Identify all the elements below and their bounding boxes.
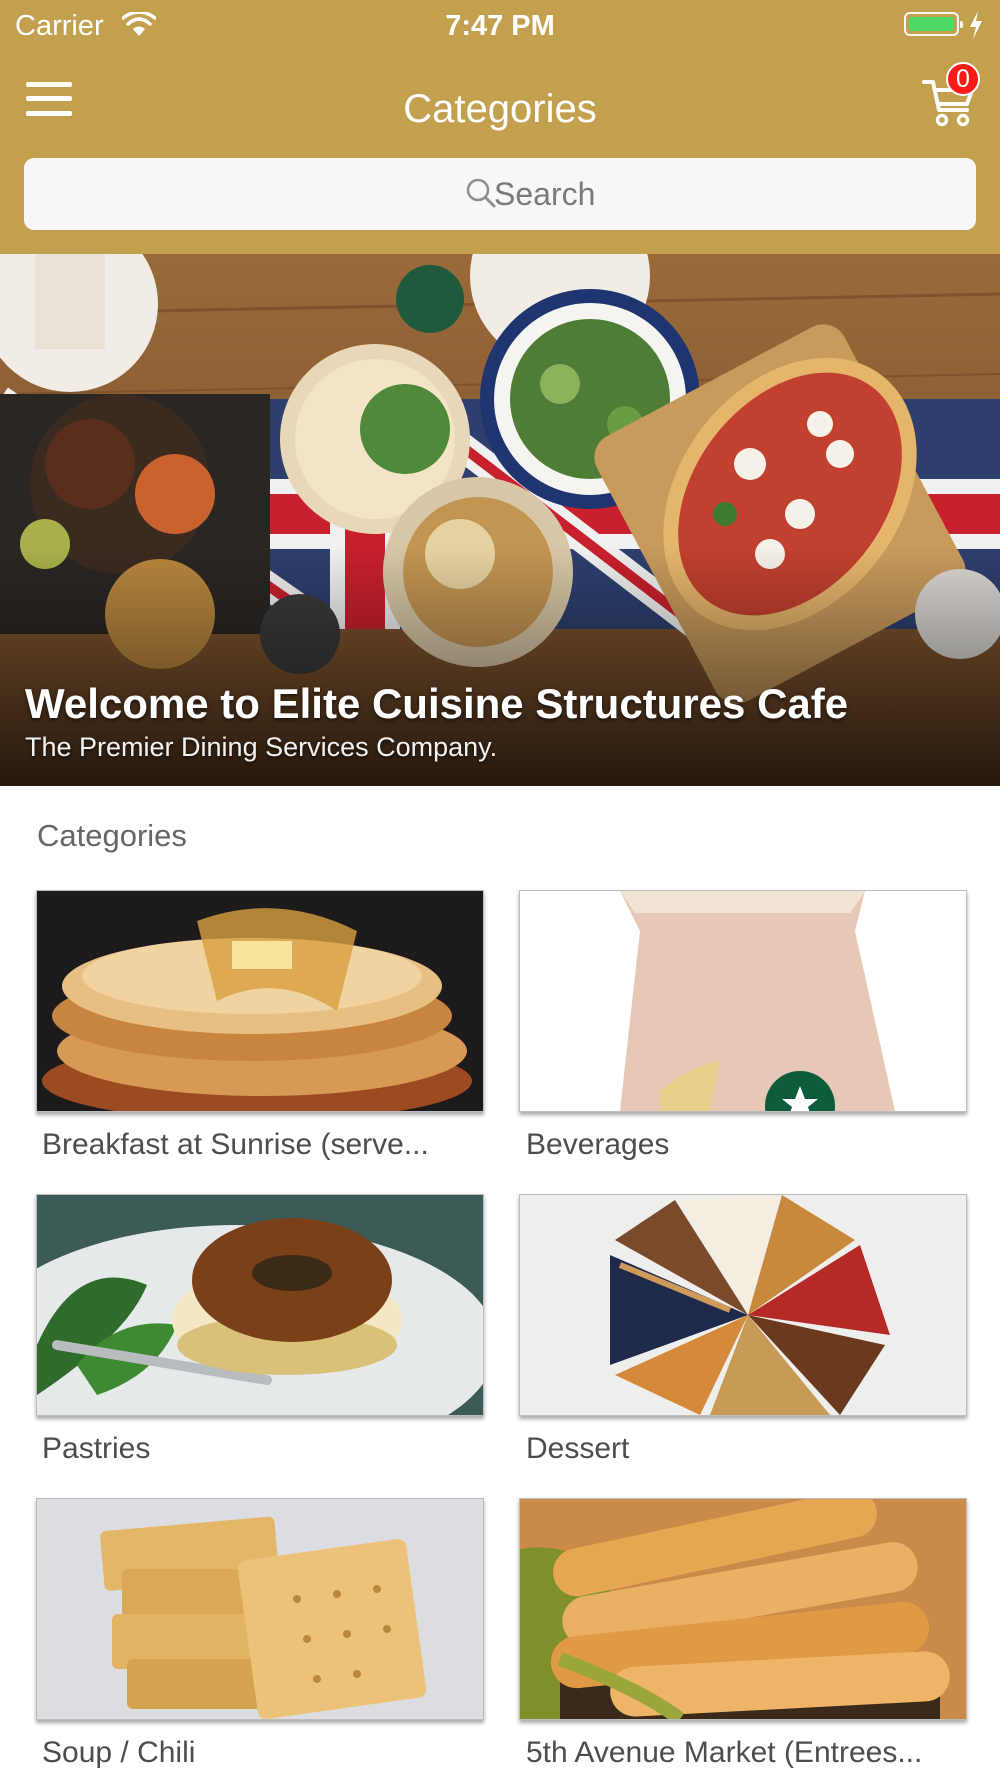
search-icon bbox=[466, 178, 496, 208]
battery-icon bbox=[904, 12, 963, 36]
page-title: Categories bbox=[403, 87, 597, 131]
category-label-beverages[interactable]: Beverages bbox=[526, 1128, 972, 1162]
category-card-image-breakfast[interactable] bbox=[36, 890, 484, 1112]
search-bar[interactable] bbox=[24, 158, 976, 230]
category-label-5th-avenue-market[interactable]: 5th Avenue Market (Entrees... bbox=[526, 1736, 972, 1770]
category-card-image-dessert[interactable] bbox=[519, 1194, 967, 1416]
category-label-dessert[interactable]: Dessert bbox=[526, 1432, 972, 1466]
category-label-breakfast[interactable]: Breakfast at Sunrise (serve... bbox=[42, 1128, 488, 1162]
hero-title: Welcome to Elite Cuisine Structures Cafe bbox=[25, 680, 849, 727]
status-time: 7:47 PM bbox=[445, 10, 555, 42]
category-card-image-5th-avenue-market[interactable] bbox=[519, 1498, 967, 1720]
charging-bolt-icon bbox=[970, 11, 982, 39]
status-bar: Carrier 7:47 PM bbox=[0, 0, 1000, 50]
hero-subtitle: The Premier Dining Services Company. bbox=[25, 732, 498, 762]
navigation-bar: Carrier 7:47 PM Categories 0 bbox=[0, 0, 1000, 254]
category-label-pastries[interactable]: Pastries bbox=[42, 1432, 488, 1466]
category-card-image-pastries[interactable] bbox=[36, 1194, 484, 1416]
search-input[interactable] bbox=[494, 172, 794, 216]
category-label-soup-chili[interactable]: Soup / Chili bbox=[42, 1736, 488, 1770]
section-title: Categories bbox=[37, 818, 187, 853]
cart-count-badge: 0 bbox=[946, 62, 980, 96]
category-card-image-soup-chili[interactable] bbox=[36, 1498, 484, 1720]
category-card-image-beverages[interactable] bbox=[519, 890, 967, 1112]
